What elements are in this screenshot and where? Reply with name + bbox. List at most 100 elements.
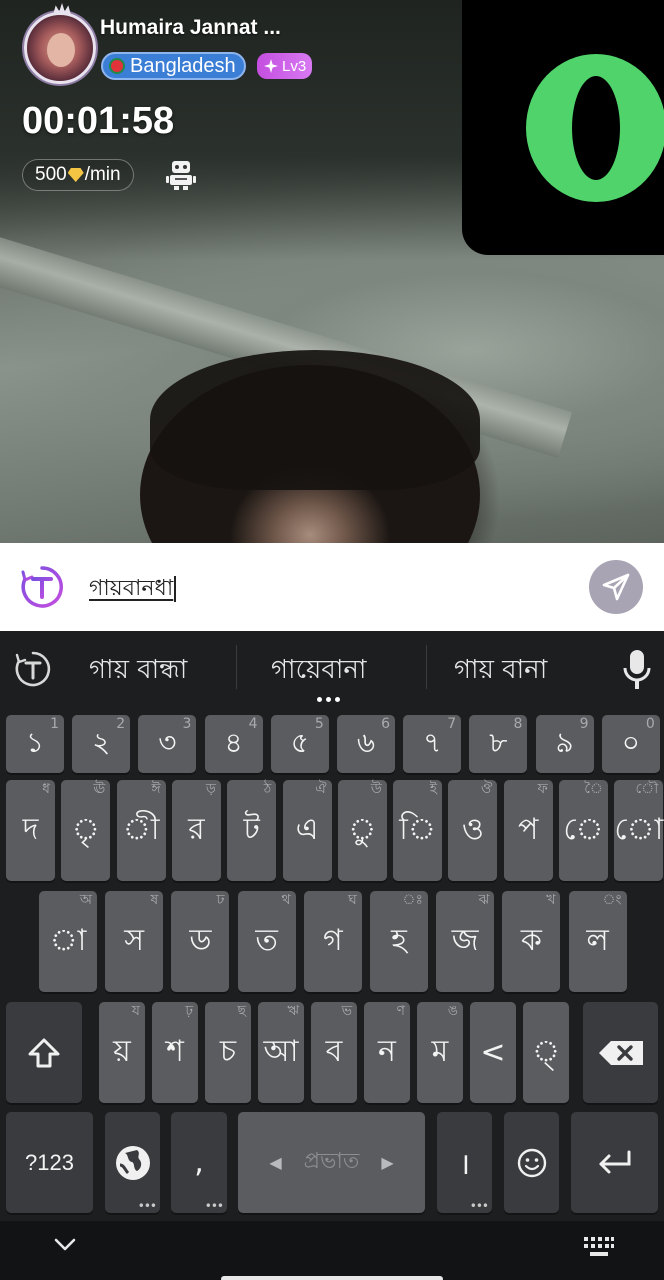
comma-key[interactable]: , ••• <box>171 1112 227 1213</box>
key-letter[interactable]: ু উ <box>337 780 387 881</box>
suggestion-divider <box>236 645 237 689</box>
key-letter[interactable]: য় য <box>99 1002 145 1103</box>
key-digit[interactable]: ২2 <box>72 715 131 773</box>
key-letter[interactable]: র ড় <box>171 780 221 881</box>
emoji-key[interactable] <box>504 1112 559 1213</box>
key-letter[interactable]: কখ <box>502 891 561 992</box>
translate-icon[interactable] <box>14 650 52 688</box>
key-letter-label: শ <box>166 1034 184 1069</box>
key-letter-hint: ঋ <box>287 1003 299 1019</box>
danda-key[interactable]: । ••• <box>437 1112 492 1213</box>
key-letter[interactable]: েৈ <box>559 780 608 881</box>
key-letter[interactable]: ি ই <box>393 780 443 881</box>
key-digit[interactable]: ০0 <box>601 715 660 773</box>
key-letter[interactable]: পফ <box>503 780 553 881</box>
key-letter[interactable]: োৌ <box>614 780 664 881</box>
key-letter[interactable]: ী ঈ <box>116 780 166 881</box>
space-bar[interactable]: ◀ প্রভাত ▶ <box>238 1112 425 1213</box>
key-letter[interactable]: টঠ <box>227 780 277 881</box>
cursor-left-icon: ◀ <box>269 1153 282 1172</box>
translate-icon[interactable] <box>20 565 64 609</box>
key-letter[interactable]: ৃ ঊ <box>61 780 111 881</box>
key-letter-hint: অ <box>79 892 92 908</box>
backspace-key[interactable] <box>583 1002 658 1103</box>
video-background <box>150 350 480 490</box>
message-input[interactable]: গায়বানধা <box>89 571 177 608</box>
key-letter-hint: ছ <box>237 1003 246 1019</box>
key-letter-label: প <box>518 812 539 847</box>
key-letter-hint: ভ <box>341 1003 352 1019</box>
key-letter-label: ৃ <box>71 812 100 847</box>
key-digit[interactable]: ৯9 <box>535 715 594 773</box>
key-letter[interactable]: বভ <box>311 1002 357 1103</box>
robot-icon[interactable] <box>165 160 197 190</box>
shift-key[interactable] <box>6 1002 82 1103</box>
key-letter-label: চ <box>219 1034 237 1069</box>
key-letter[interactable]: ডঢ <box>171 891 230 992</box>
key-letter-label: গ <box>322 923 343 958</box>
key-letter-label: ো <box>614 812 664 847</box>
key-letter[interactable]: গঘ <box>303 891 362 992</box>
key-digit-hint: 1 <box>50 716 59 732</box>
caller-name: Humaira Jannat ... <box>100 16 281 39</box>
more-suggestions-dots <box>317 697 340 702</box>
symbols-key[interactable]: ?123 <box>6 1112 93 1213</box>
call-rate: 500 /min <box>22 159 134 191</box>
suggestion-3[interactable]: গায় বানা <box>454 649 547 693</box>
suggestion-1[interactable]: গায় বান্ধা <box>89 649 187 693</box>
key-letter-hint: ৌ <box>635 781 659 797</box>
language-key[interactable]: ••• <box>105 1112 160 1213</box>
key-letter[interactable]: লং <box>568 891 627 992</box>
key-letter[interactable]: সষ <box>105 891 164 992</box>
key-letter[interactable]: হঃ <box>370 891 428 992</box>
globe-icon <box>115 1145 150 1180</box>
key-letter-label: স <box>124 923 145 958</box>
key-letter-label: য় <box>113 1034 131 1069</box>
key-digit-hint: 2 <box>116 716 126 732</box>
call-timer: 00:01:58 <box>22 100 175 142</box>
key-letter-label: ী <box>122 812 160 847</box>
key-letter-hint: ধ <box>42 781 50 797</box>
key-letter-label: ম <box>431 1034 449 1069</box>
key-letter[interactable]: জঝ <box>436 891 495 992</box>
key-letter-hint: ঢ় <box>185 1003 193 1019</box>
key-letter[interactable]: এঐ <box>282 780 332 881</box>
message-input-value: গায়বানধা <box>89 576 174 601</box>
key-digit[interactable]: ১1 <box>6 715 64 773</box>
key-letter-hint: ঢ <box>216 892 225 908</box>
key-digit[interactable]: ৮8 <box>469 715 528 773</box>
key-digit-hint: 3 <box>182 716 192 732</box>
caller-avatar[interactable] <box>24 3 96 84</box>
key-digit-label: ৮ <box>489 725 508 759</box>
key-letter[interactable]: আঋ <box>258 1002 304 1103</box>
key-letter[interactable]: < <box>470 1002 516 1103</box>
key-letter[interactable]: দধ <box>6 780 55 881</box>
key-digit[interactable]: ৭7 <box>403 715 462 773</box>
key-digit-label: ৯ <box>555 725 574 759</box>
chevron-down-icon[interactable] <box>54 1238 76 1252</box>
key-letter[interactable]: ওঔ <box>448 780 498 881</box>
key-digit[interactable]: ৫5 <box>270 715 329 773</box>
enter-key[interactable] <box>571 1112 658 1213</box>
opera-overlay[interactable] <box>462 0 664 255</box>
keyboard-icon[interactable] <box>583 1236 615 1258</box>
key-letter[interactable]: শ ঢ় <box>152 1002 198 1103</box>
key-digit-label: ১ <box>25 725 45 759</box>
key-letter[interactable]: নণ <box>364 1002 410 1103</box>
key-digit[interactable]: ৪4 <box>204 715 263 773</box>
key-letter[interactable]: া অ <box>39 891 97 992</box>
key-digit[interactable]: ৬6 <box>337 715 395 773</box>
key-letter[interactable]: ্ <box>523 1002 569 1103</box>
microphone-icon[interactable] <box>622 649 652 691</box>
key-digit[interactable]: ৩3 <box>138 715 197 773</box>
emoji-icon <box>517 1148 546 1177</box>
key-letter[interactable]: চছ <box>205 1002 251 1103</box>
key-letter-hint: ঃ <box>402 892 423 908</box>
suggestion-2[interactable]: গায়েবানা <box>271 649 366 693</box>
remote-video[interactable]: Humaira Jannat ... Bangladesh Lv3 00:01:… <box>0 0 664 543</box>
key-letter[interactable]: মঙ <box>417 1002 463 1103</box>
key-digit-hint: 0 <box>645 716 655 732</box>
send-button[interactable] <box>589 560 643 614</box>
key-letter-label: হ <box>391 923 407 958</box>
key-letter[interactable]: তথ <box>237 891 296 992</box>
